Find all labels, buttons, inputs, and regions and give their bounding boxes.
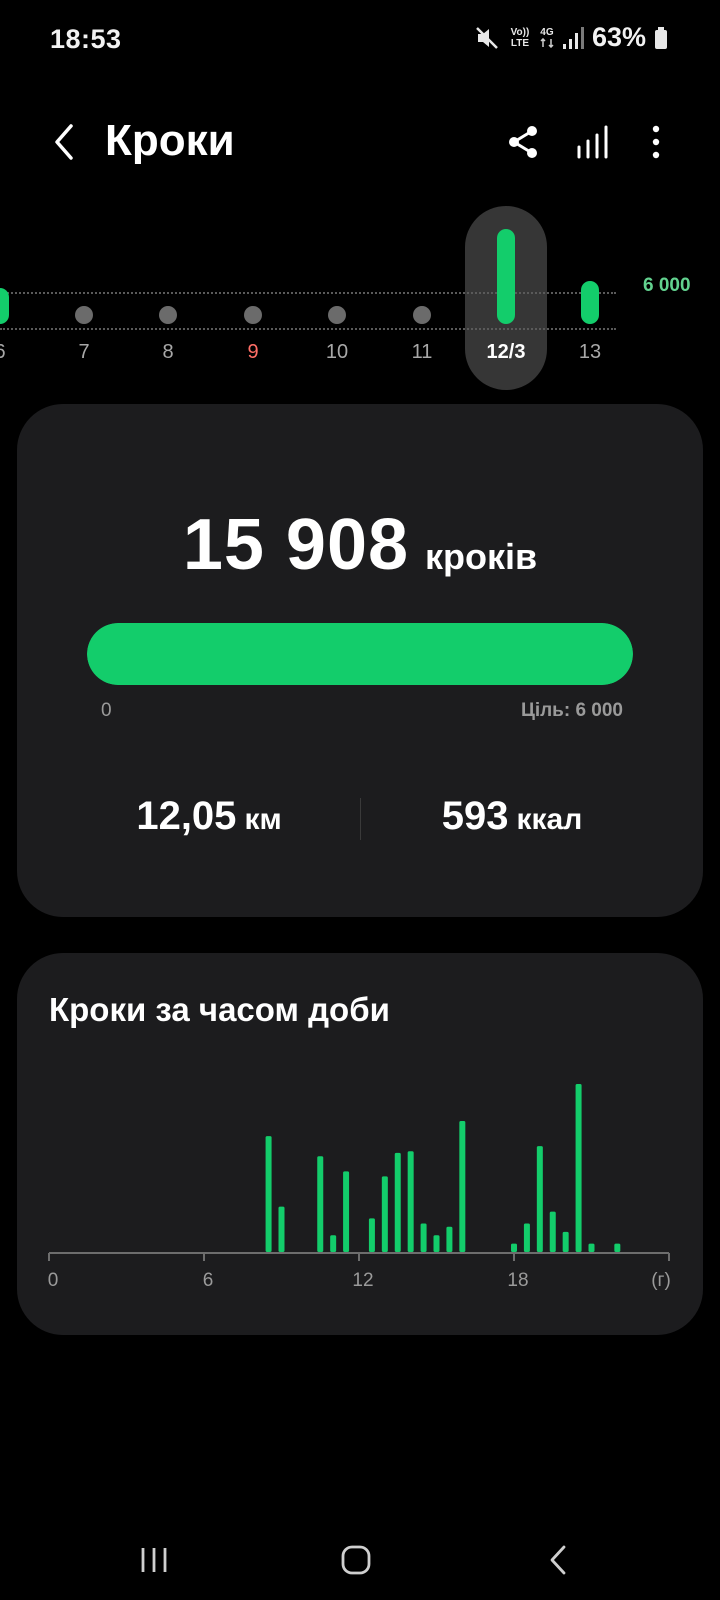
day-label: 12/3 <box>486 341 526 363</box>
x-tick-label: 18 <box>507 1270 528 1291</box>
progress-min-label: 0 <box>101 700 112 721</box>
network-type-label: 4G <box>540 27 554 38</box>
energy-unit: ккал <box>516 803 583 836</box>
hourly-bar <box>433 1235 440 1252</box>
app-bar: Кроки <box>0 100 720 184</box>
hourly-bar <box>381 1176 388 1252</box>
mute-icon <box>474 25 500 51</box>
day-bar <box>75 306 93 324</box>
hourly-bar <box>575 1084 582 1252</box>
energy-value: 593 <box>441 794 509 838</box>
steps-unit: кроків <box>425 536 538 577</box>
goal-progress-fill <box>87 623 633 685</box>
page-title: Кроки <box>105 116 235 165</box>
network-4g-icon: 4G <box>540 27 554 48</box>
back-icon <box>55 124 73 160</box>
share-icon <box>509 126 537 158</box>
day-label: 10 <box>325 341 349 363</box>
status-icons: Vo)) LTE 4G 63% <box>474 22 668 53</box>
progress-goal-label: Ціль: 6 000 <box>520 700 623 721</box>
recent-apps-button[interactable] <box>114 1520 194 1600</box>
distance-unit: км <box>244 803 282 836</box>
day-11[interactable]: 11 <box>392 200 452 390</box>
day-label: 7 <box>78 341 90 363</box>
day-10[interactable]: 10 <box>307 200 367 390</box>
day-12-3[interactable]: 12/3 <box>476 200 536 390</box>
hourly-bar <box>368 1218 375 1252</box>
hourly-bar <box>407 1151 414 1252</box>
day-label: 11 <box>411 341 433 363</box>
x-axis-unit-label: (г) <box>651 1270 671 1291</box>
day-bar <box>497 228 515 324</box>
more-options-button[interactable] <box>632 118 680 166</box>
hourly-steps-card[interactable]: Кроки за часом доби 0 6 12 18 (г) <box>17 953 703 1335</box>
home-icon <box>341 1545 371 1575</box>
energy-stat: 593 ккал <box>362 794 662 839</box>
goal-label: 6 000 <box>643 275 691 296</box>
day-bar <box>413 306 431 324</box>
hourly-bar <box>562 1231 569 1252</box>
x-tick-label: 6 <box>203 1270 214 1291</box>
hourly-bar <box>511 1243 517 1252</box>
hourly-bar <box>394 1152 401 1252</box>
day-9[interactable]: 9 <box>223 200 283 390</box>
goal-progress-bar <box>87 623 633 685</box>
hourly-bar <box>588 1243 595 1252</box>
statistics-button[interactable] <box>569 118 617 166</box>
week-strip: 6 000 6 7 8 9 10 11 12/3 13 <box>0 200 720 390</box>
home-button[interactable] <box>316 1520 396 1600</box>
hourly-steps-chart: 0 6 12 18 (г) <box>48 1084 671 1291</box>
day-bar <box>244 306 262 324</box>
statistics-icon <box>577 125 608 159</box>
day-label: 6 <box>0 341 30 364</box>
back-nav-button[interactable] <box>518 1520 598 1600</box>
battery-percent: 63% <box>591 22 646 52</box>
hourly-bar <box>446 1226 453 1252</box>
day-label: 13 <box>578 341 602 363</box>
hourly-bar <box>265 1136 272 1252</box>
distance-stat: 12,05 км <box>59 794 359 839</box>
hourly-bar <box>523 1223 530 1252</box>
day-label: 8 <box>162 341 174 363</box>
back-button[interactable] <box>40 118 88 166</box>
day-7[interactable]: 7 <box>54 200 114 390</box>
day-bar <box>581 280 599 324</box>
day-8[interactable]: 8 <box>138 200 198 390</box>
steps-value: 15 908 <box>182 505 410 585</box>
hourly-bar <box>317 1156 324 1252</box>
status-bar: 18:53 Vo)) LTE 4G 63% <box>0 0 720 80</box>
hourly-bar <box>278 1206 285 1252</box>
distance-value: 12,05 <box>136 794 237 838</box>
hourly-bar <box>330 1235 337 1252</box>
more-icon <box>652 125 660 159</box>
day-13[interactable]: 13 <box>560 200 620 390</box>
hourly-bar <box>549 1211 556 1252</box>
hourly-bar <box>459 1120 466 1252</box>
x-tick-label: 0 <box>48 1270 59 1291</box>
recent-apps-icon <box>141 1548 167 1572</box>
share-button[interactable] <box>499 118 547 166</box>
signal-icon <box>562 26 584 50</box>
back-nav-icon <box>550 1545 566 1575</box>
battery-icon <box>654 26 668 50</box>
summary-card[interactable]: 15 908 кроків 0 Ціль: 6 000 12,05 км 593 кк… <box>17 404 703 917</box>
day-bar <box>328 306 346 324</box>
day-label: 9 <box>247 341 259 363</box>
steps-total: 15 908 кроків <box>17 504 703 586</box>
x-tick-label: 12 <box>352 1270 373 1291</box>
hourly-bar <box>536 1146 543 1252</box>
day-bar <box>0 288 9 324</box>
stat-divider <box>360 798 361 840</box>
day-bar <box>159 306 177 324</box>
hourly-bar <box>420 1223 427 1252</box>
hourly-bar <box>343 1171 350 1252</box>
day-6[interactable]: 6 <box>0 200 30 390</box>
volte-icon: Vo)) LTE <box>510 26 530 49</box>
navigation-bar <box>0 1520 720 1600</box>
hourly-bar <box>614 1243 621 1252</box>
status-time: 18:53 <box>50 24 122 54</box>
